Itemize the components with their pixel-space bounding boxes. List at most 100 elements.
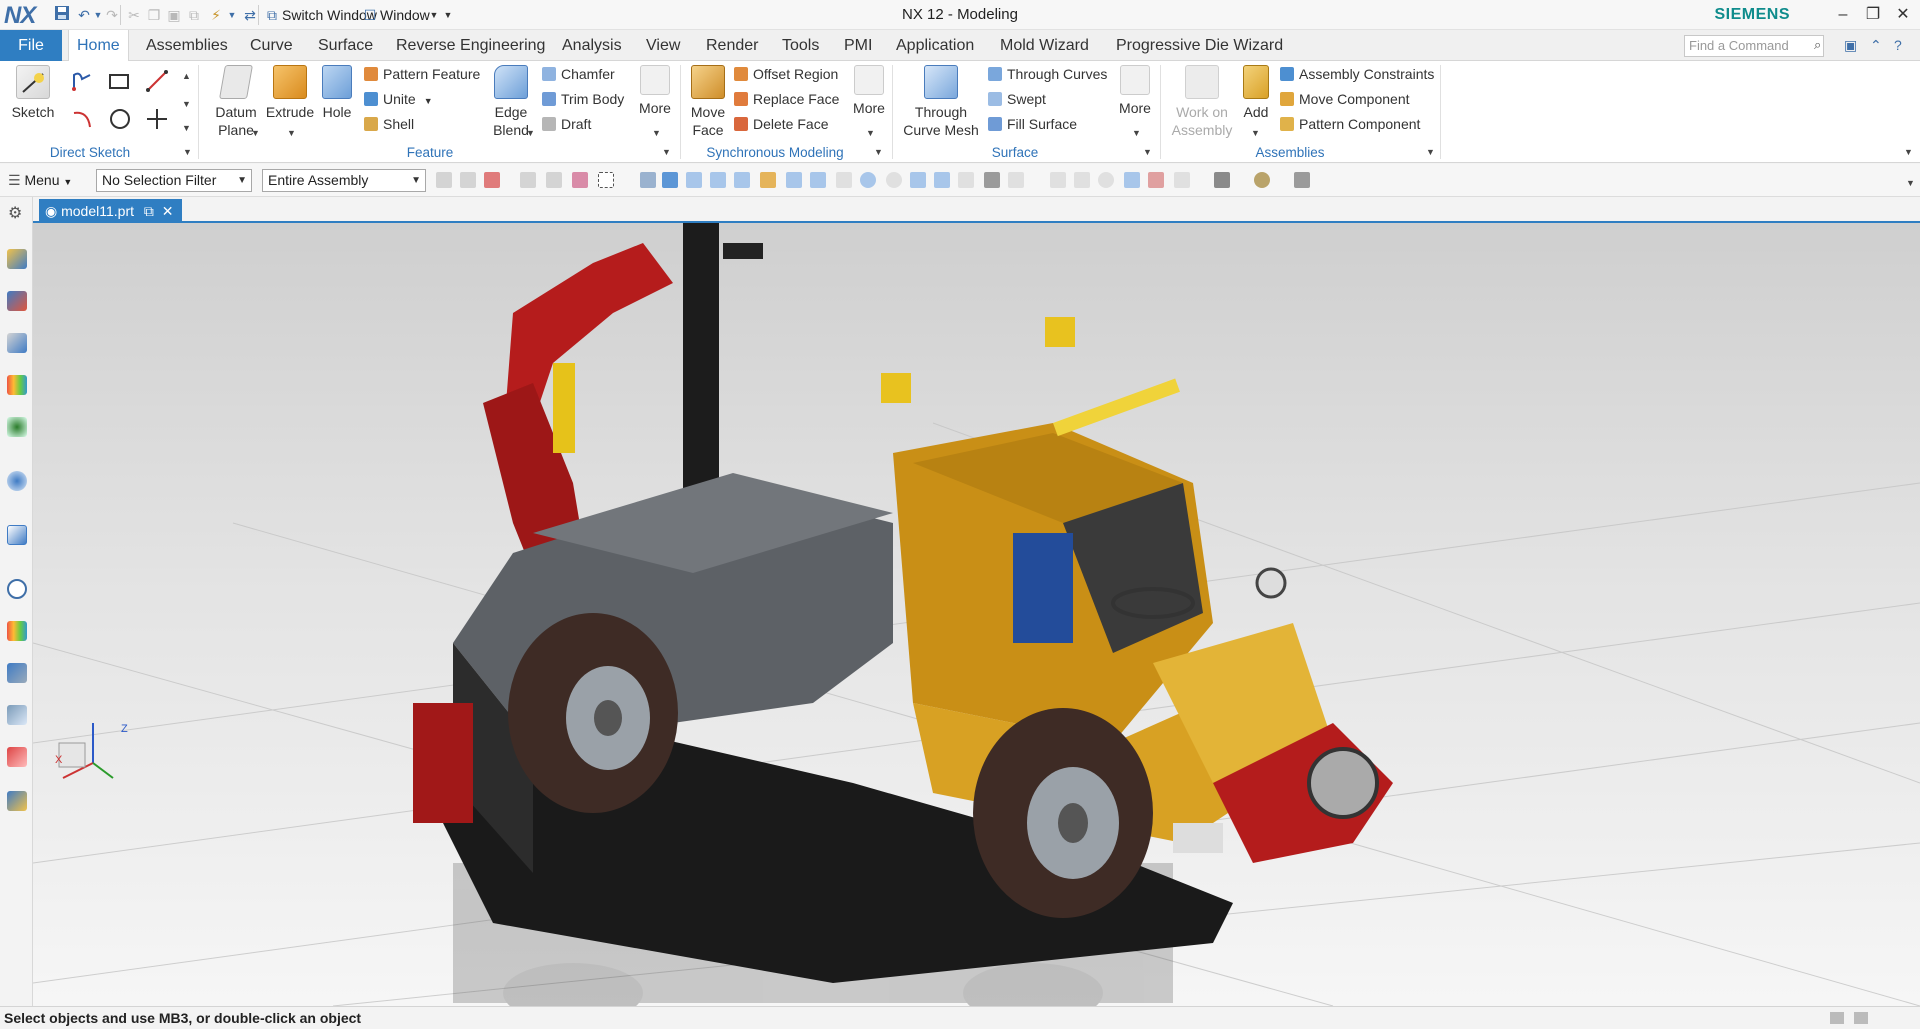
select-solid-icon[interactable] <box>662 172 678 188</box>
swept-button[interactable]: Swept <box>988 90 1046 108</box>
sync-more-button[interactable]: More <box>848 65 890 117</box>
face-snap-icon[interactable] <box>958 172 974 188</box>
select-edge-icon[interactable] <box>520 172 536 188</box>
rotate-icon[interactable] <box>1098 172 1114 188</box>
pattern-component-button[interactable]: Pattern Component <box>1280 115 1420 133</box>
extrude-button[interactable]: Extrude <box>264 65 316 121</box>
selection-scope-select[interactable]: Entire Assembly ▼ <box>262 169 426 192</box>
process-studio-icon[interactable] <box>7 663 27 683</box>
datum-plane-dropdown-icon[interactable]: ▼ <box>251 128 260 138</box>
background-icon[interactable] <box>1254 172 1270 188</box>
close-button[interactable]: ✕ <box>1888 4 1918 26</box>
rectangle-icon[interactable] <box>108 71 130 94</box>
tab-mold-wizard[interactable]: Mold Wizard <box>992 30 1097 61</box>
render-style-icon[interactable] <box>1214 172 1230 188</box>
assembly-constraints-button[interactable]: Assembly Constraints <box>1280 65 1434 83</box>
profile-icon[interactable] <box>70 69 94 96</box>
document-tab[interactable]: ◉ model11.prt ⧉ ✕ <box>39 199 182 223</box>
rectangle-select-icon[interactable] <box>598 172 614 188</box>
tab-file[interactable]: File <box>0 30 62 61</box>
help-icon[interactable]: ? <box>1894 37 1902 53</box>
fit-view-icon[interactable] <box>1050 172 1066 188</box>
gear-icon[interactable]: ⚙ <box>8 203 22 223</box>
quick-pick-icon[interactable] <box>1008 172 1024 188</box>
unite-button[interactable]: Unite ▼ <box>364 90 433 110</box>
surface-more-button[interactable]: More <box>1114 65 1156 117</box>
move-component-button[interactable]: Move Component <box>1280 90 1410 108</box>
graphics-window[interactable]: Z X <box>33 223 1920 1006</box>
bounded-grid-icon[interactable] <box>984 172 1000 188</box>
gallery-down-icon[interactable]: ▼ <box>182 99 191 109</box>
tab-home[interactable]: Home <box>68 30 129 62</box>
midpoint-snap-icon[interactable] <box>734 172 750 188</box>
search-icon[interactable]: ⌕ <box>1814 37 1821 53</box>
tab-view[interactable]: View <box>638 30 688 61</box>
history-icon[interactable] <box>7 525 27 545</box>
tab-analysis[interactable]: Analysis <box>554 30 630 61</box>
trim-body-button[interactable]: Trim Body <box>542 90 624 108</box>
surface-more-dropdown-icon[interactable]: ▼ <box>1132 128 1141 138</box>
restore-button[interactable]: ❐ <box>1858 4 1888 26</box>
system-materials-icon[interactable] <box>7 621 27 641</box>
gallery-expand-icon[interactable]: ▼ <box>182 123 191 133</box>
quadrant-snap-icon[interactable] <box>886 172 902 188</box>
manufacturing-wizard-icon[interactable] <box>7 705 27 725</box>
center-snap-icon[interactable] <box>860 172 876 188</box>
tab-tools[interactable]: Tools <box>774 30 827 61</box>
work-on-assembly-button[interactable]: Work on Assembly <box>1168 65 1236 139</box>
wcs-icon[interactable] <box>1124 172 1140 188</box>
tab-reverse-engineering[interactable]: Reverse Engineering <box>388 30 553 61</box>
reuse-library-icon[interactable] <box>7 375 27 395</box>
offset-region-button[interactable]: Offset Region <box>734 65 838 83</box>
tab-render[interactable]: Render <box>698 30 766 61</box>
select-body-icon[interactable] <box>572 172 588 188</box>
ribbon-options-icon[interactable]: ▼ <box>1904 147 1913 157</box>
hd3d-tools-icon[interactable] <box>7 417 27 437</box>
existing-point-icon[interactable] <box>910 172 926 188</box>
line-snap-icon[interactable] <box>934 172 950 188</box>
tangent-snap-icon[interactable] <box>810 172 826 188</box>
undock-icon[interactable]: ⧉ <box>144 203 154 219</box>
menu-button[interactable]: ☰ Menu ▼ <box>8 172 72 189</box>
feature-group-options-icon[interactable]: ▼ <box>662 147 671 157</box>
select-feature-icon[interactable] <box>460 172 476 188</box>
point-icon[interactable] <box>145 107 169 134</box>
edge-blend-dropdown-icon[interactable]: ▼ <box>526 128 535 138</box>
assemblies-group-options-icon[interactable]: ▼ <box>1426 147 1435 157</box>
scroll-up-icon[interactable]: ▲ <box>182 71 191 81</box>
fill-surface-button[interactable]: Fill Surface <box>988 115 1077 133</box>
web-browser-icon[interactable] <box>7 471 27 491</box>
feature-more-button[interactable]: More <box>634 65 676 117</box>
general-selection-icon[interactable] <box>436 172 452 188</box>
find-command-input[interactable]: Find a Command <box>1684 35 1824 57</box>
show-hide-icon[interactable] <box>640 172 656 188</box>
move-face-button[interactable]: Move Face <box>686 65 730 139</box>
snap-mode-icon[interactable] <box>686 172 702 188</box>
orient-view-icon[interactable] <box>1294 172 1310 188</box>
line-icon[interactable] <box>145 69 169 96</box>
draft-button[interactable]: Draft <box>542 115 591 133</box>
select-face-icon[interactable] <box>546 172 562 188</box>
extrude-dropdown-icon[interactable]: ▼ <box>287 128 296 138</box>
add-component-button[interactable]: Add <box>1236 65 1276 121</box>
minimize-button[interactable]: – <box>1828 4 1858 26</box>
surface-group-options-icon[interactable]: ▼ <box>1143 147 1152 157</box>
type-filter-icon[interactable] <box>484 172 500 188</box>
full-screen-icon[interactable]: ▣ <box>1844 37 1857 54</box>
shell-button[interactable]: Shell <box>364 115 414 133</box>
tab-pmi[interactable]: PMI <box>836 30 880 61</box>
feature-more-dropdown-icon[interactable]: ▼ <box>652 128 661 138</box>
tab-progressive-die-wizard[interactable]: Progressive Die Wizard <box>1108 30 1291 61</box>
part-navigator-icon[interactable] <box>7 333 27 353</box>
pattern-feature-button[interactable]: Pattern Feature <box>364 65 480 83</box>
layer-settings-icon[interactable] <box>1174 172 1190 188</box>
selection-filter-select[interactable]: No Selection Filter ▼ <box>96 169 252 192</box>
system-scene-icon[interactable] <box>7 791 27 811</box>
clock-icon[interactable] <box>7 579 27 599</box>
zoom-icon[interactable] <box>1074 172 1090 188</box>
assembly-navigator-icon[interactable] <box>7 249 27 269</box>
chamfer-button[interactable]: Chamfer <box>542 65 615 83</box>
clip-section-icon[interactable] <box>1148 172 1164 188</box>
status-indicator-icon[interactable] <box>1830 1012 1844 1024</box>
close-icon[interactable]: ✕ <box>162 203 174 219</box>
